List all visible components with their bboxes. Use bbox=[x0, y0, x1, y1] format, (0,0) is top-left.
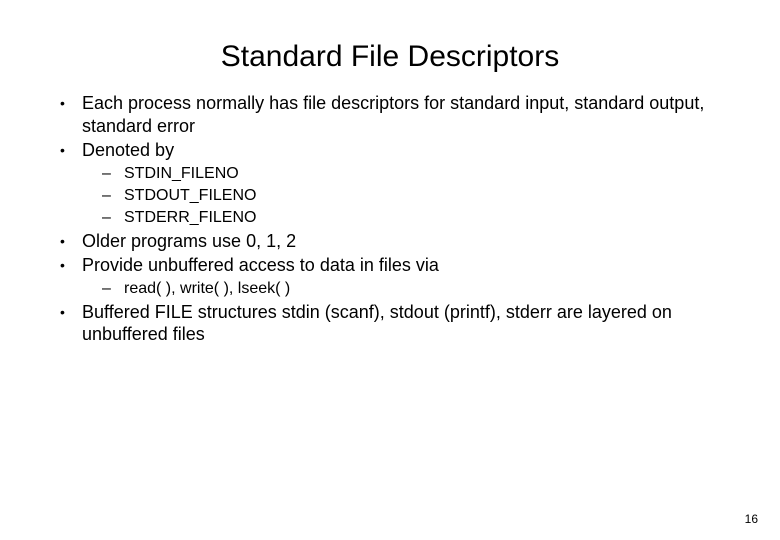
bullet-text: read( ), write( ), lseek( ) bbox=[124, 279, 740, 299]
bullet-level2: – STDIN_FILENO bbox=[40, 164, 740, 184]
bullet-text: Provide unbuffered access to data in fil… bbox=[82, 254, 740, 277]
bullet-text: Older programs use 0, 1, 2 bbox=[82, 230, 740, 253]
bullet-text: Buffered FILE structures stdin (scanf), … bbox=[82, 301, 740, 346]
bullet-level1: • Provide unbuffered access to data in f… bbox=[40, 254, 740, 277]
bullet-dot-icon: • bbox=[60, 92, 82, 137]
slide-title: Standard File Descriptors bbox=[40, 40, 740, 74]
bullet-dot-icon: • bbox=[60, 139, 82, 162]
bullet-level2: – STDOUT_FILENO bbox=[40, 186, 740, 206]
bullet-text: Denoted by bbox=[82, 139, 740, 162]
slide-body: • Each process normally has file descrip… bbox=[40, 92, 740, 346]
bullet-level1: • Denoted by bbox=[40, 139, 740, 162]
bullet-level2: – read( ), write( ), lseek( ) bbox=[40, 279, 740, 299]
bullet-dash-icon: – bbox=[102, 164, 124, 184]
slide: Standard File Descriptors • Each process… bbox=[0, 0, 780, 540]
bullet-dash-icon: – bbox=[102, 279, 124, 299]
bullet-text: STDERR_FILENO bbox=[124, 208, 740, 228]
bullet-dot-icon: • bbox=[60, 230, 82, 253]
bullet-level2: – STDERR_FILENO bbox=[40, 208, 740, 228]
page-number: 16 bbox=[745, 512, 758, 526]
bullet-level1: • Each process normally has file descrip… bbox=[40, 92, 740, 137]
bullet-level1: • Buffered FILE structures stdin (scanf)… bbox=[40, 301, 740, 346]
bullet-text: Each process normally has file descripto… bbox=[82, 92, 740, 137]
bullet-dash-icon: – bbox=[102, 186, 124, 206]
bullet-text: STDIN_FILENO bbox=[124, 164, 740, 184]
bullet-level1: • Older programs use 0, 1, 2 bbox=[40, 230, 740, 253]
bullet-text: STDOUT_FILENO bbox=[124, 186, 740, 206]
bullet-dot-icon: • bbox=[60, 301, 82, 346]
bullet-dash-icon: – bbox=[102, 208, 124, 228]
bullet-dot-icon: • bbox=[60, 254, 82, 277]
